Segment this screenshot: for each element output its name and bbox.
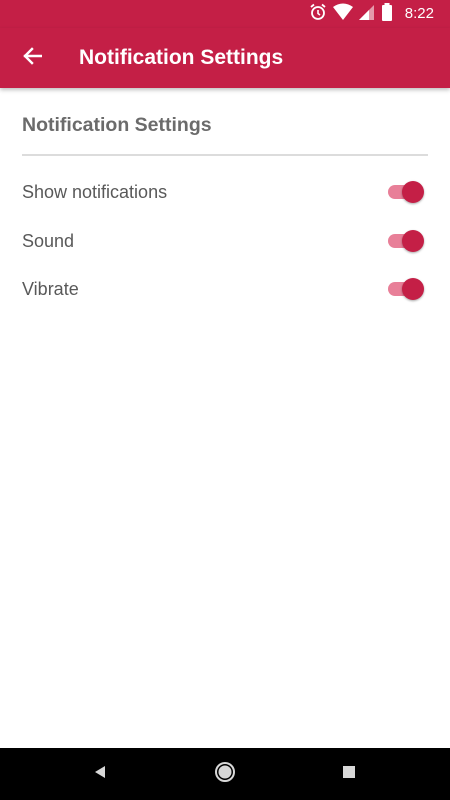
- show-notifications-switch[interactable]: [386, 180, 426, 204]
- vibrate-switch[interactable]: [386, 277, 426, 301]
- setting-row-show-notifications[interactable]: Show notifications: [0, 168, 450, 216]
- alarm-icon: [309, 3, 327, 26]
- back-button[interactable]: [10, 36, 54, 80]
- signal-icon: [358, 3, 375, 26]
- nav-back-button[interactable]: [84, 758, 116, 790]
- app-bar-title: Notification Settings: [79, 46, 284, 69]
- nav-home-button[interactable]: [209, 758, 241, 790]
- setting-row-sound[interactable]: Sound: [0, 217, 450, 265]
- setting-row-vibrate[interactable]: Vibrate: [0, 265, 450, 313]
- battery-icon: [381, 2, 393, 26]
- setting-label: Show notifications: [22, 182, 168, 202]
- recents-square-icon: [342, 765, 356, 784]
- switch-thumb: [402, 230, 424, 252]
- section-title: Notification Settings: [22, 114, 212, 136]
- setting-label: Sound: [22, 231, 75, 251]
- status-bar: 8:22: [0, 0, 450, 28]
- setting-label: Vibrate: [22, 279, 79, 299]
- navigation-bar: [0, 748, 450, 800]
- sound-switch[interactable]: [386, 229, 426, 253]
- switch-thumb: [402, 181, 424, 203]
- divider: [22, 154, 428, 156]
- wifi-icon: [332, 3, 353, 26]
- app-bar: Notification Settings: [0, 28, 450, 88]
- status-time: 8:22: [404, 5, 434, 22]
- arrow-back-icon: [22, 46, 43, 71]
- status-icons: 8:22: [309, 2, 434, 26]
- home-circle-icon: [214, 761, 236, 788]
- switch-thumb: [402, 278, 424, 300]
- back-triangle-icon: [93, 765, 107, 784]
- nav-recents-button[interactable]: [333, 758, 365, 790]
